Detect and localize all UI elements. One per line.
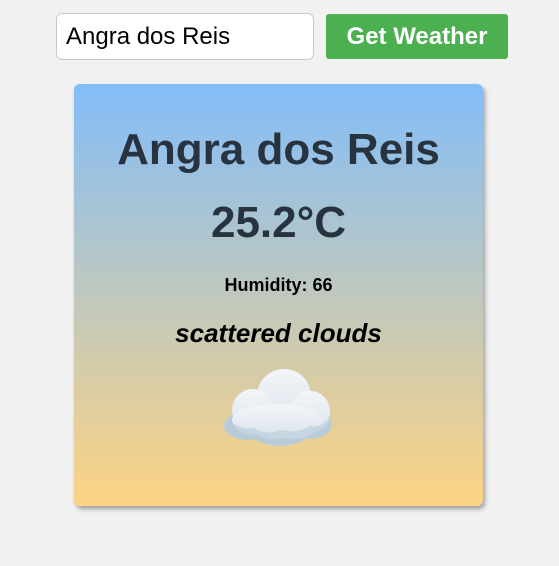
humidity: Humidity: 66	[224, 275, 333, 295]
cloud-icon	[224, 369, 332, 446]
weather-description: scattered clouds	[175, 318, 382, 348]
city-name: Angra dos Reis	[117, 125, 440, 174]
city-input[interactable]	[56, 13, 314, 60]
temperature: 25.2°C	[210, 198, 346, 247]
search-bar: Get Weather	[56, 13, 508, 60]
get-weather-button[interactable]: Get Weather	[326, 14, 508, 59]
weather-card: Angra dos Reis 25.2°C Humidity: 66 scatt…	[74, 84, 483, 506]
